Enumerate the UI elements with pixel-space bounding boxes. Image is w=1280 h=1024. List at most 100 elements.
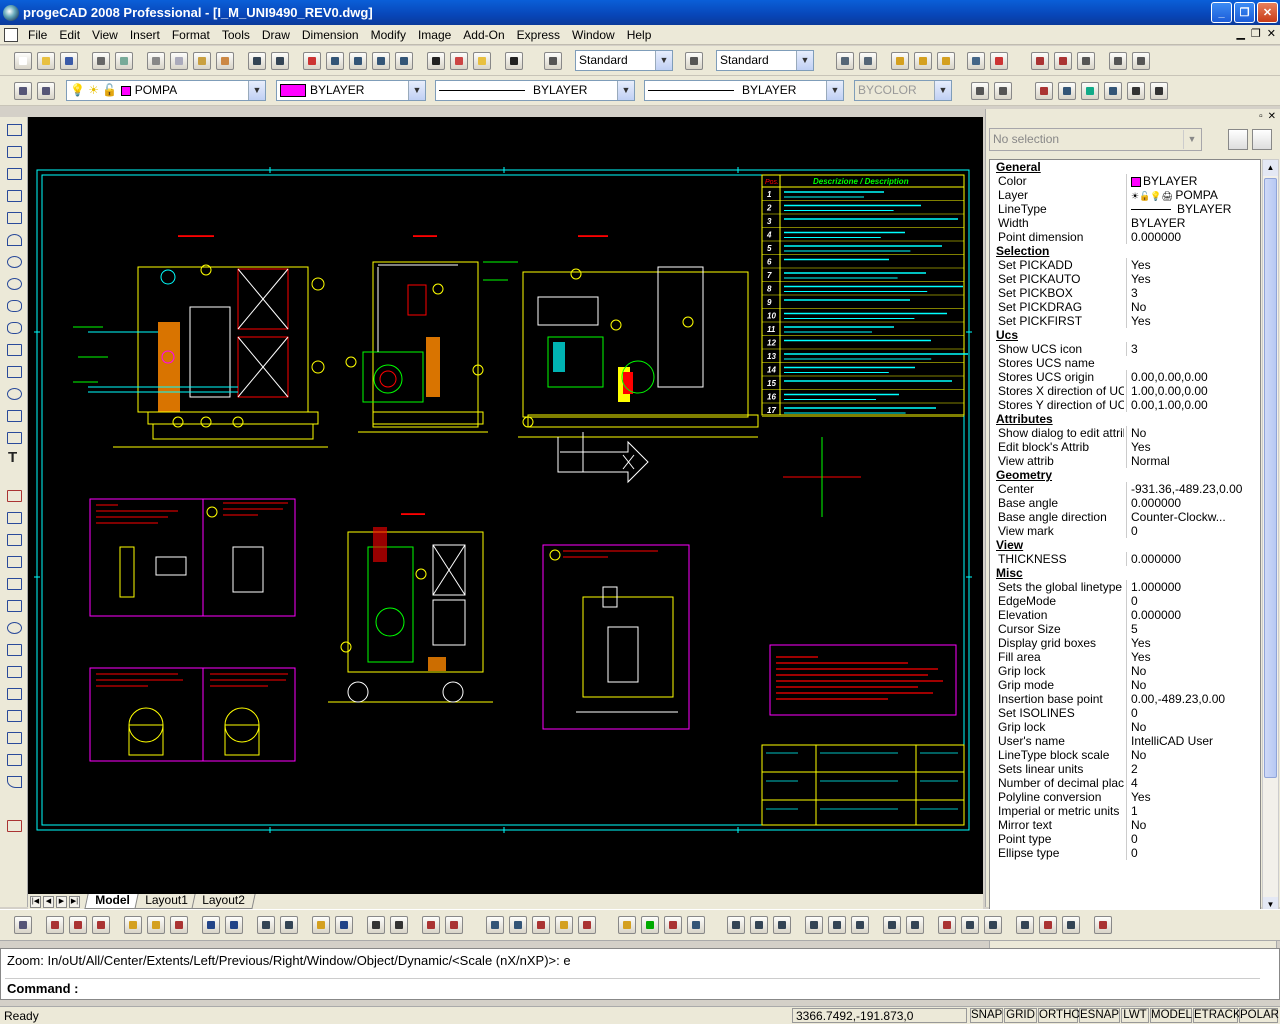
property-row[interactable]: Base angle direction Counter-Clockw...: [990, 510, 1260, 524]
property-row[interactable]: Sets the global linetype ... 1.000000: [990, 580, 1260, 594]
layer-previous-icon[interactable]: [37, 82, 55, 100]
cut-icon[interactable]: [147, 52, 165, 70]
spline-icon[interactable]: [5, 297, 23, 313]
layer-manager-icon[interactable]: [14, 82, 32, 100]
layer-lock-all-icon[interactable]: [202, 916, 220, 934]
property-row[interactable]: Show dialog to edit attrib No: [990, 426, 1260, 440]
layer-multi-icon[interactable]: [170, 916, 188, 934]
dim-style-select[interactable]: Standard ▼: [716, 50, 814, 71]
lights-icon[interactable]: [532, 916, 550, 934]
text-icon[interactable]: T: [8, 449, 17, 466]
ellipse-icon[interactable]: [5, 275, 23, 291]
center-mark-icon[interactable]: [984, 916, 1002, 934]
etrack-toggle[interactable]: ETRACK: [1193, 1008, 1241, 1023]
panel-pin-icon[interactable]: ▫: [1259, 111, 1263, 122]
ortho-toggle[interactable]: ORTHO: [1038, 1008, 1080, 1023]
layer-match-icon[interactable]: [1058, 82, 1076, 100]
layer-merge-icon[interactable]: [147, 916, 165, 934]
property-row[interactable]: View attrib Normal: [990, 454, 1260, 468]
named-views-icon[interactable]: [427, 52, 445, 70]
spell-check-icon[interactable]: [967, 52, 985, 70]
undo-icon[interactable]: [248, 52, 266, 70]
fillet-icon[interactable]: [5, 773, 23, 789]
image-attach-icon[interactable]: [1109, 52, 1127, 70]
property-row[interactable]: Ellipse type 0: [990, 846, 1260, 860]
property-row[interactable]: Set PICKDRAG No: [990, 300, 1260, 314]
tab-layout2[interactable]: Layout2: [191, 893, 256, 909]
property-category[interactable]: General: [990, 160, 1260, 174]
dim-baseline-icon[interactable]: [883, 916, 901, 934]
break-icon[interactable]: [5, 729, 23, 745]
layer-delete-icon[interactable]: [92, 916, 110, 934]
property-row[interactable]: Grip lock No: [990, 664, 1260, 678]
close-button[interactable]: ✕: [1257, 2, 1278, 23]
materials-icon[interactable]: [555, 916, 573, 934]
mirror-icon[interactable]: [5, 531, 23, 547]
text-style-icon[interactable]: [544, 52, 562, 70]
property-category[interactable]: Misc: [990, 566, 1260, 580]
dim-continue-icon[interactable]: [906, 916, 924, 934]
insert-block-icon[interactable]: [1054, 52, 1072, 70]
polyline-icon[interactable]: [5, 165, 23, 181]
restore-button[interactable]: ❐: [1234, 2, 1255, 23]
bring-front-icon[interactable]: [971, 82, 989, 100]
property-row[interactable]: Set PICKBOX 3: [990, 286, 1260, 300]
scroll-up-icon[interactable]: ▲: [1263, 160, 1278, 176]
menu-express[interactable]: Express: [511, 26, 566, 44]
layer-isolate-icon[interactable]: [1035, 82, 1053, 100]
polygon-icon[interactable]: [5, 187, 23, 203]
first-tab-button[interactable]: |◀: [30, 895, 41, 908]
snap-toggle[interactable]: SNAP: [970, 1008, 1003, 1023]
redo-icon[interactable]: [271, 52, 289, 70]
rotate-icon[interactable]: [5, 619, 23, 635]
green-dot-icon[interactable]: [641, 916, 659, 934]
send-back-icon[interactable]: [994, 82, 1012, 100]
paste-icon[interactable]: [193, 52, 211, 70]
tab-model[interactable]: Model: [84, 893, 141, 909]
mdi-close-button[interactable]: ✕: [1267, 27, 1276, 40]
lineweight-select[interactable]: BYLAYER ▼: [644, 80, 844, 101]
scroll-thumb[interactable]: [1264, 178, 1277, 778]
property-row[interactable]: Grip mode No: [990, 678, 1260, 692]
drawing-canvas[interactable]: Pos. Descrizione / Description 123456789…: [28, 117, 983, 894]
selection-select[interactable]: No selection ▼: [989, 128, 1202, 151]
shade-icon[interactable]: [618, 916, 636, 934]
properties-scrollbar[interactable]: ▲ ▼: [1262, 159, 1279, 914]
property-row[interactable]: Stores Y direction of UCS 0.00,1.00,0.00: [990, 398, 1260, 412]
zoom-window-icon[interactable]: [349, 52, 367, 70]
linetype-select[interactable]: BYLAYER ▼: [435, 80, 635, 101]
property-row[interactable]: Grip lock No: [990, 720, 1260, 734]
osnap-midpoint-icon[interactable]: [859, 52, 877, 70]
print-preview-icon[interactable]: [115, 52, 133, 70]
layer-on-all-icon[interactable]: [312, 916, 330, 934]
dim-ordinate-icon[interactable]: [773, 916, 791, 934]
layer-walk-icon[interactable]: [1150, 82, 1168, 100]
dim-text-edit-icon[interactable]: [1039, 916, 1057, 934]
osnap-intersection-icon[interactable]: [914, 52, 932, 70]
property-row[interactable]: LineType BYLAYER: [990, 202, 1260, 216]
property-category[interactable]: Attributes: [990, 412, 1260, 426]
property-row[interactable]: Point type 0: [990, 832, 1260, 846]
property-row[interactable]: EdgeMode 0: [990, 594, 1260, 608]
open-icon[interactable]: [37, 52, 55, 70]
dim-angular-icon[interactable]: [851, 916, 869, 934]
menu-help[interactable]: Help: [621, 26, 658, 44]
layer-freeze-all-icon[interactable]: [280, 916, 298, 934]
design-center-icon[interactable]: [450, 52, 468, 70]
property-row[interactable]: LineType block scale No: [990, 748, 1260, 762]
layer-thaw-icon[interactable]: [257, 916, 275, 934]
explode-icon[interactable]: [5, 817, 23, 833]
array-icon[interactable]: [5, 575, 23, 591]
trim-icon[interactable]: [5, 685, 23, 701]
scale-icon[interactable]: [5, 641, 23, 657]
menu-insert[interactable]: Insert: [124, 26, 166, 44]
polar-toggle[interactable]: POLAR: [1239, 1008, 1279, 1023]
menu-tools[interactable]: Tools: [216, 26, 256, 44]
layer-sun-icon[interactable]: [335, 916, 353, 934]
chamfer-icon[interactable]: [5, 751, 23, 767]
text-style-select[interactable]: Standard ▼: [575, 50, 673, 71]
panel-close-icon[interactable]: ✕: [1268, 111, 1276, 122]
scene-icon[interactable]: [509, 916, 527, 934]
osnap-node-icon[interactable]: [891, 52, 909, 70]
property-row[interactable]: Cursor Size 5: [990, 622, 1260, 636]
